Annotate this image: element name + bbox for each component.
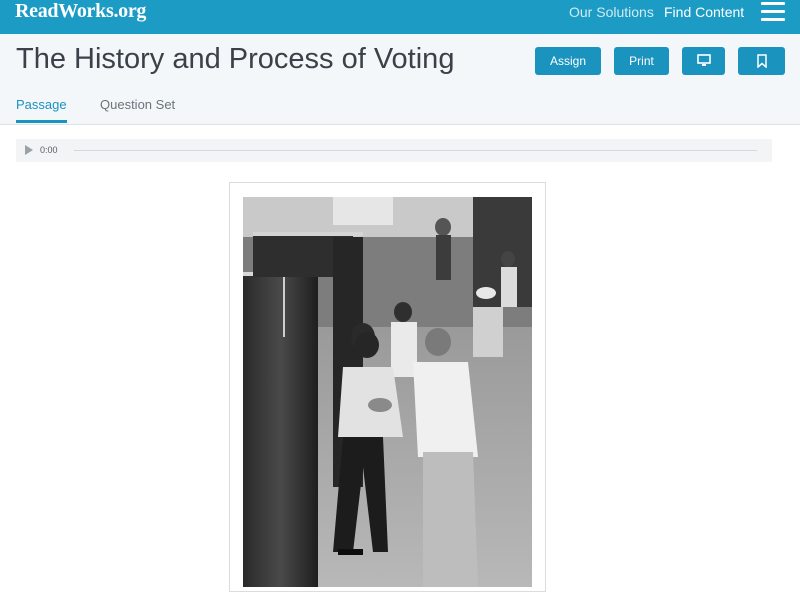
voting-photo-illustration: [243, 197, 532, 587]
tab-question-set[interactable]: Question Set: [100, 97, 175, 112]
monitor-icon: [696, 54, 711, 66]
nav-our-solutions[interactable]: Our Solutions: [569, 4, 654, 20]
audio-player: 0:00: [16, 139, 772, 162]
bookmark-icon: [756, 54, 767, 69]
print-button[interactable]: Print: [614, 47, 669, 75]
tab-passage[interactable]: Passage: [16, 97, 67, 112]
passage-image-frame: [229, 182, 546, 592]
audio-progress-track[interactable]: [74, 150, 757, 151]
logo-text: ReadWorks: [15, 0, 114, 22]
bookmark-button[interactable]: [738, 47, 785, 75]
top-navigation-bar: ReadWorks.org Our Solutions Find Content: [0, 0, 800, 34]
passage-header: The History and Process of Voting Assign…: [0, 34, 800, 125]
menu-icon[interactable]: [761, 2, 785, 22]
page-title: The History and Process of Voting: [16, 43, 455, 75]
audio-time: 0:00: [40, 145, 58, 155]
assign-button[interactable]: Assign: [535, 47, 601, 75]
nav-find-content[interactable]: Find Content: [664, 4, 744, 20]
active-tab-indicator: [16, 120, 67, 123]
readworks-logo[interactable]: ReadWorks.org: [15, 0, 146, 24]
logo-suffix: .org: [113, 0, 147, 22]
voting-booth-photo: [243, 197, 532, 587]
present-button[interactable]: [682, 47, 725, 75]
play-icon[interactable]: [25, 145, 33, 155]
